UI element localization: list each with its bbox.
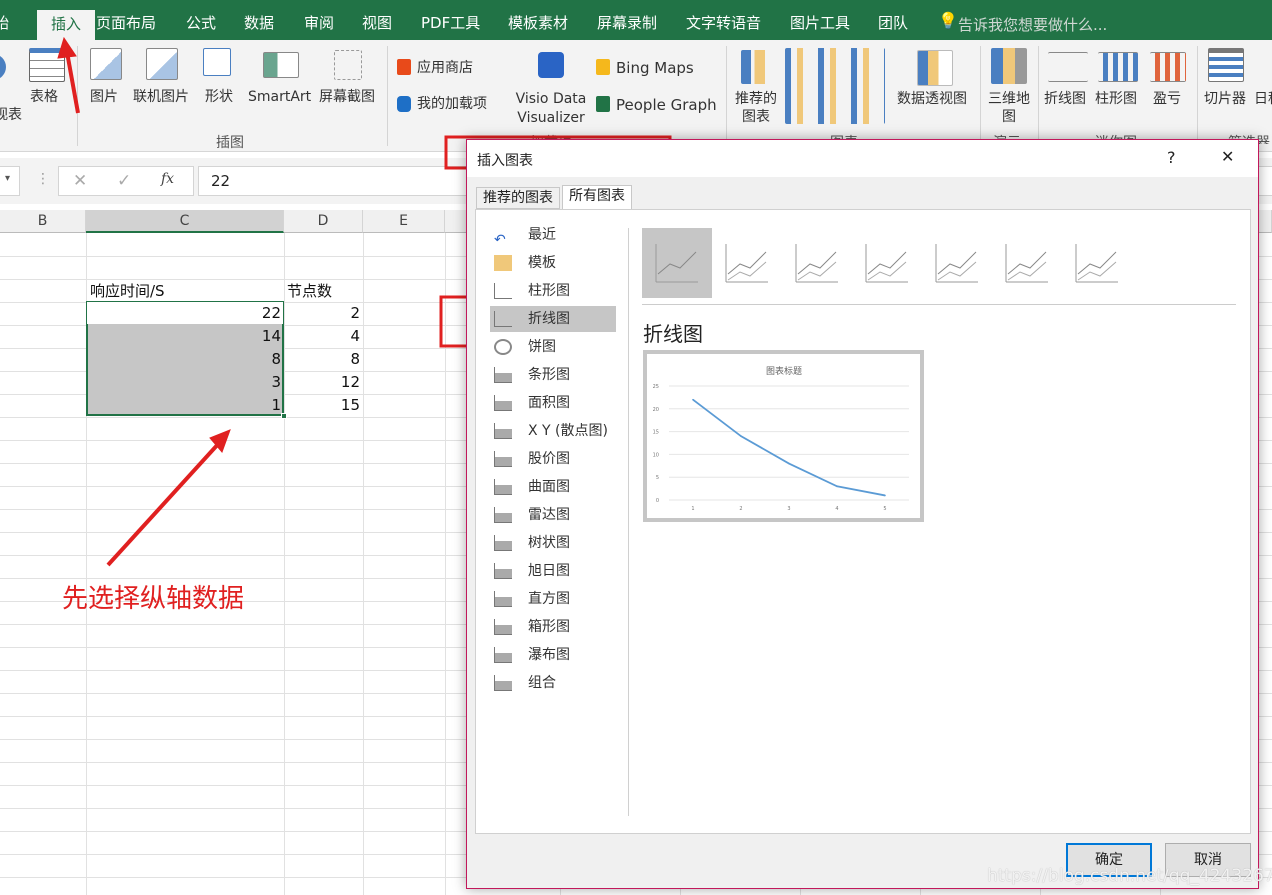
watermark: https://blog.csdn.net/qq_42432673	[987, 866, 1272, 886]
section-title: 折线图	[643, 322, 703, 346]
chart-category[interactable]: 柱形图	[490, 278, 616, 304]
y-tick-label: 25	[653, 384, 659, 390]
x-tick-label: 1	[691, 506, 694, 512]
chart-category[interactable]: 旭日图	[490, 558, 616, 584]
insert-chart-dialog: 插入图表 ? ✕ 推荐的图表 所有图表 ↶ 最近 模板 柱形图 折线图 饼图 条形图 面积图 X…	[466, 139, 1272, 889]
line-subtype-thumbnail[interactable]	[992, 228, 1062, 298]
x-tick-label: 4	[835, 506, 838, 512]
chart-category-icon	[494, 367, 512, 383]
chart-category-icon	[494, 563, 512, 579]
x-tick-label: 2	[739, 506, 742, 512]
chart-category-icon	[494, 675, 512, 691]
data-point	[692, 398, 694, 401]
chart-title: 图表标题	[766, 365, 802, 377]
chart-category-icon	[494, 395, 512, 411]
data-point	[788, 462, 790, 465]
tab-all-charts[interactable]: 所有图表	[562, 185, 632, 210]
red-arrow-top	[57, 36, 80, 114]
y-tick-label: 5	[656, 475, 659, 481]
chart-category-icon	[494, 423, 512, 439]
annotation-text: 先选择纵轴数据	[62, 584, 245, 614]
chart-category-icon	[494, 339, 512, 355]
chart-category[interactable]: 饼图	[490, 334, 616, 360]
chart-category-icon	[494, 535, 512, 551]
chart-category[interactable]: 面积图	[490, 390, 616, 416]
y-tick-label: 0	[656, 498, 659, 504]
chart-category-icon	[494, 311, 512, 327]
dialog-title-bar: 插入图表 ? ✕	[467, 140, 1258, 177]
red-arrow-bottom	[106, 429, 231, 567]
chart-category[interactable]: 组合	[490, 670, 616, 696]
data-point	[884, 494, 886, 497]
chart-category-icon	[494, 591, 512, 607]
chart-category-icon	[494, 647, 512, 663]
chart-category-icon	[494, 451, 512, 467]
chart-category[interactable]: 条形图	[490, 362, 616, 388]
chart-category-icon	[494, 507, 512, 523]
data-point	[740, 435, 742, 437]
line-subtype-thumbnail[interactable]	[642, 228, 712, 298]
chart-category[interactable]: 箱形图	[490, 614, 616, 640]
chart-category-icon	[494, 619, 512, 635]
help-button[interactable]: ?	[1167, 148, 1176, 167]
chart-category-icon	[494, 479, 512, 495]
chart-category[interactable]: 瀑布图	[490, 642, 616, 668]
dialog-title: 插入图表	[477, 153, 533, 169]
y-tick-label: 20	[653, 407, 659, 413]
x-tick-label: 3	[787, 506, 790, 512]
line-subtype-thumbnail[interactable]	[852, 228, 922, 298]
x-tick-label: 5	[883, 506, 886, 512]
line-subtype-thumbnail[interactable]	[712, 228, 782, 298]
data-point	[836, 485, 838, 488]
chart-category[interactable]: 雷达图	[490, 502, 616, 528]
chart-category[interactable]: 直方图	[490, 586, 616, 612]
chart-category[interactable]: 模板	[490, 250, 616, 276]
chart-category-icon	[494, 283, 512, 299]
chart-category-icon	[494, 255, 512, 271]
close-button[interactable]: ✕	[1221, 147, 1234, 166]
y-tick-label: 10	[653, 452, 659, 458]
chart-category[interactable]: ↶ 最近	[490, 222, 616, 248]
line-subtype-thumbnail[interactable]	[782, 228, 852, 298]
preview-line-chart: 图表标题 0 5 10 15 20 25 1 2 3 4 5	[653, 365, 909, 512]
chart-category-icon: ↶	[494, 232, 506, 248]
line-subtype-thumbnail[interactable]	[1062, 228, 1132, 298]
chart-category[interactable]: X Y (散点图)	[490, 418, 616, 444]
y-tick-label: 15	[653, 430, 659, 436]
series-line	[692, 398, 886, 497]
line-subtype-thumbnail[interactable]	[922, 228, 992, 298]
chart-category[interactable]: 折线图	[490, 306, 616, 332]
chart-category[interactable]: 曲面图	[490, 474, 616, 500]
chart-category[interactable]: 树状图	[490, 530, 616, 556]
chart-panel: ↶ 最近 模板 柱形图 折线图 饼图 条形图 面积图 X Y (散点图) 股价图 曲面图 雷达图 树状图…	[475, 209, 1251, 834]
chart-category[interactable]: 股价图	[490, 446, 616, 472]
chart-preview[interactable]: 图表标题 0 5 10 15 20 25 1 2 3 4 5	[643, 350, 924, 522]
tab-recommended-charts[interactable]: 推荐的图表	[476, 187, 560, 209]
